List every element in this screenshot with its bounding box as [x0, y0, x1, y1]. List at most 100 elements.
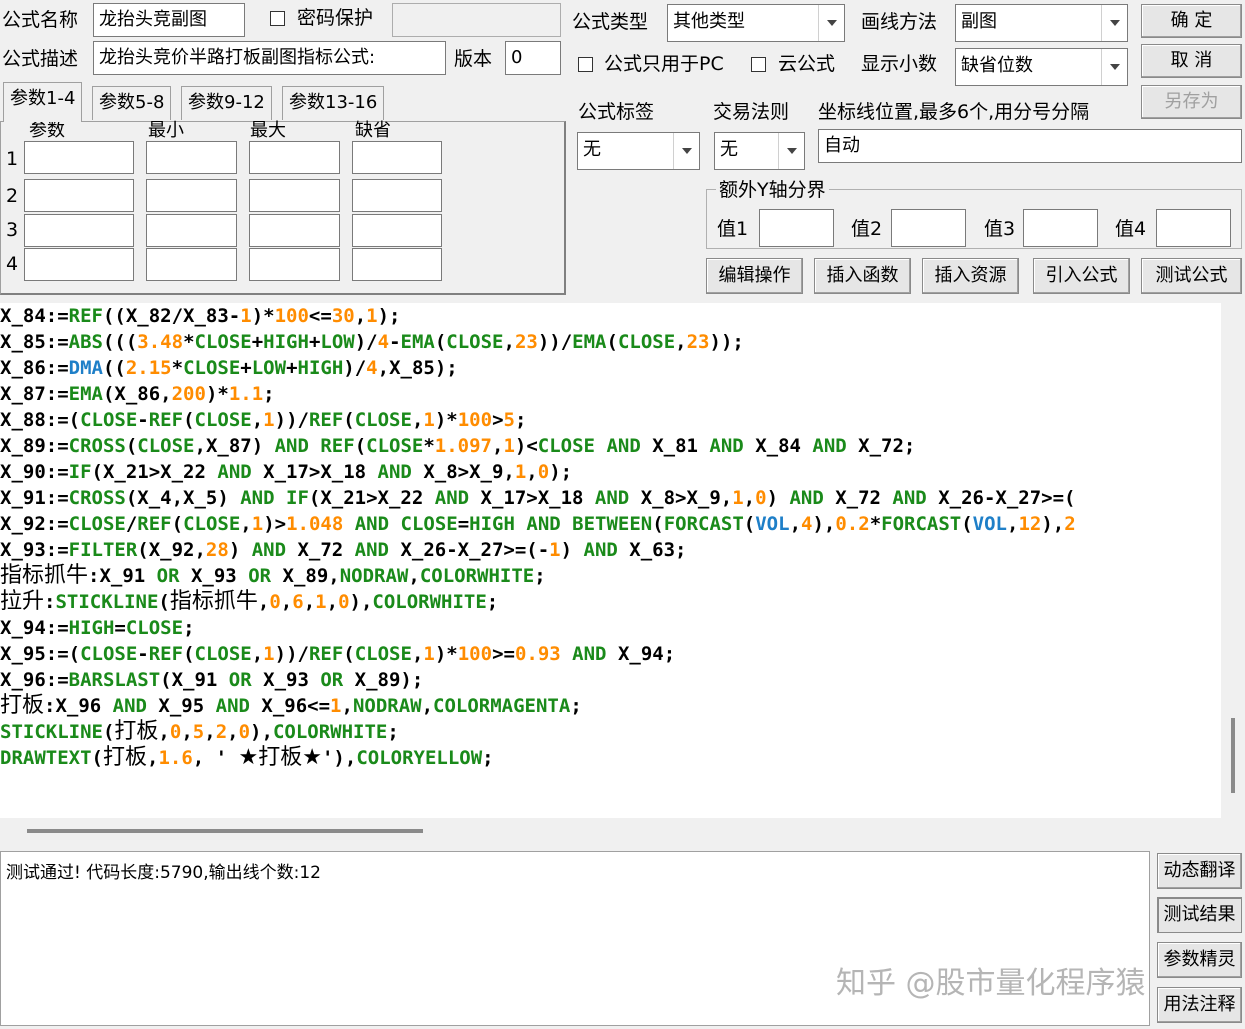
code-token: ),: [812, 513, 836, 535]
test-formula-button[interactable]: 测试公式: [1141, 258, 1242, 294]
tab-params-9-12[interactable]: 参数9-12: [181, 86, 272, 120]
cloud-checkbox[interactable]: [751, 57, 766, 72]
cancel-button[interactable]: 取 消: [1141, 44, 1242, 78]
code-token: VOL: [755, 513, 790, 535]
param-cell-r2-c4[interactable]: [352, 179, 442, 212]
yaxis-value1-input[interactable]: [759, 209, 834, 247]
code-token: ,: [354, 305, 367, 327]
code-line[interactable]: X_86:=DMA((2.15*CLOSE+LOW+HIGH)/4,X_85);: [0, 355, 458, 381]
horizontal-scrollbar-thumb[interactable]: [27, 829, 423, 833]
vertical-scrollbar[interactable]: [1221, 303, 1245, 818]
param-wizard-button[interactable]: 参数精灵: [1157, 942, 1242, 978]
insert-resource-button[interactable]: 插入资源: [922, 258, 1019, 294]
save-as-button[interactable]: 另存为: [1141, 85, 1242, 119]
code-token: X_91:=: [0, 487, 69, 509]
code-line[interactable]: X_89:=CROSS(CLOSE,X_87) AND REF(CLOSE*1.…: [0, 433, 915, 459]
code-token: AND: [572, 643, 607, 665]
param-cell-r4-c3[interactable]: [249, 248, 340, 281]
code-token: AND: [251, 539, 287, 561]
formula-name-input[interactable]: 龙抬头竞副图: [93, 3, 245, 37]
code-token: 1: [263, 409, 275, 431]
code-token: -: [137, 643, 149, 665]
vertical-scrollbar-thumb[interactable]: [1231, 718, 1235, 793]
code-token: 2: [215, 721, 228, 743]
test-result-button[interactable]: 测试结果: [1157, 897, 1242, 933]
code-token: ,: [492, 435, 504, 457]
code-token: ,: [503, 331, 515, 353]
chevron-down-icon: [818, 5, 844, 41]
param-cell-r2-c2[interactable]: [146, 179, 237, 212]
yaxis-value2-input[interactable]: [891, 209, 966, 247]
code-token: *: [183, 331, 195, 353]
param-cell-r1-c3[interactable]: [249, 141, 340, 174]
param-cell-r3-c4[interactable]: [352, 214, 442, 247]
param-cell-r1-c1[interactable]: [24, 141, 134, 174]
param-cell-r2-c1[interactable]: [24, 179, 134, 212]
code-line[interactable]: X_92:=CLOSE/REF(CLOSE,1)>1.048 AND CLOSE…: [0, 511, 1076, 537]
param-cell-r1-c2[interactable]: [146, 141, 237, 174]
param-cell-r3-c3[interactable]: [249, 214, 340, 247]
tab-params-1-4[interactable]: 参数1-4: [3, 82, 83, 122]
rule-select[interactable]: 无: [714, 132, 805, 170]
yaxis-value4-input[interactable]: [1156, 209, 1231, 247]
tag-select[interactable]: 无: [577, 132, 700, 170]
usage-notes-button[interactable]: 用法注释: [1157, 987, 1242, 1023]
code-editor[interactable]: X_84:=REF((X_82/X_83-1)*100<=30,1); X_85:…: [0, 303, 1221, 818]
code-line[interactable]: X_84:=REF((X_82/X_83-1)*100<=30,1);: [0, 303, 401, 329]
ok-button[interactable]: 确 定: [1141, 4, 1242, 38]
password-checkbox[interactable]: [270, 11, 285, 26]
dynamic-translate-button[interactable]: 动态翻译: [1157, 853, 1242, 889]
code-token: X_89,: [271, 565, 340, 587]
code-line[interactable]: X_96:=BARSLAST(X_91 OR X_93 OR X_89);: [0, 667, 423, 693]
formula-desc-input[interactable]: 龙抬头竞价半路打板副图指标公式:: [93, 41, 446, 75]
axis-input[interactable]: 自动: [818, 129, 1242, 163]
code-token: (: [354, 435, 367, 457]
code-token: X_8>X_9,: [629, 487, 733, 509]
draw-method-select[interactable]: 副图: [955, 4, 1128, 42]
horizontal-scrollbar[interactable]: [0, 818, 1245, 846]
code-token: , ': [192, 747, 239, 769]
formula-type-select[interactable]: 其他类型: [667, 4, 845, 42]
code-token: 2.15: [125, 357, 172, 379]
code-line[interactable]: X_85:=ABS(((3.48*CLOSE+HIGH+LOW)/4-EMA(C…: [0, 329, 744, 355]
insert-function-button[interactable]: 插入函数: [814, 258, 911, 294]
param-cell-r4-c4[interactable]: [352, 248, 442, 281]
code-line[interactable]: X_91:=CROSS(X_4,X_5) AND IF(X_21>X_22 AN…: [0, 485, 1075, 511]
code-token: CLOSE: [400, 513, 458, 535]
code-line[interactable]: 打板:X_96 AND X_95 AND X_96<=1,NODRAW,COLO…: [0, 693, 582, 719]
code-token: 1: [240, 305, 252, 327]
param-cell-r3-c1[interactable]: [24, 214, 134, 247]
edit-button[interactable]: 编辑操作: [706, 258, 803, 294]
code-line[interactable]: X_90:=IF(X_21>X_22 AND X_17>X_18 AND X_8…: [0, 459, 572, 485]
code-token: (X_21>X_22: [91, 461, 218, 483]
code-token: X_17>X_18: [251, 461, 378, 483]
param-cell-r2-c3[interactable]: [249, 179, 340, 212]
param-cell-r4-c2[interactable]: [146, 248, 237, 281]
code-token: ;: [570, 695, 582, 717]
code-token: CLOSE: [194, 409, 252, 431]
code-line[interactable]: X_88:=(CLOSE-REF(CLOSE,1))/REF(CLOSE,1)*…: [0, 407, 526, 433]
decimals-select[interactable]: 缺省位数: [955, 48, 1128, 86]
code-line[interactable]: 指标抓牛:X_91 OR X_93 OR X_89,NODRAW,COLORWH…: [0, 563, 546, 589]
pc-only-checkbox[interactable]: [578, 57, 593, 72]
tab-params-5-8[interactable]: 参数5-8: [92, 86, 172, 120]
code-line[interactable]: X_93:=FILTER(X_92,28) AND X_72 AND X_26-…: [0, 537, 686, 563]
code-line[interactable]: X_87:=EMA(X_86,200)*1.1;: [0, 381, 275, 407]
import-formula-button[interactable]: 引入公式: [1033, 258, 1130, 294]
param-cell-r3-c2[interactable]: [146, 214, 237, 247]
code-token: ,: [146, 747, 159, 769]
param-cell-r1-c4[interactable]: [352, 141, 442, 174]
code-line[interactable]: STICKLINE(打板,0,5,2,0),COLORWHITE;: [0, 719, 399, 745]
code-token: =: [114, 617, 126, 639]
code-token: (: [91, 747, 103, 769]
param-cell-r4-c1[interactable]: [24, 248, 134, 281]
yaxis-value3-input[interactable]: [1023, 209, 1098, 247]
code-line[interactable]: DRAWTEXT(打板,1.6, ' ★打板★'),COLORYELLOW;: [0, 745, 494, 771]
code-line[interactable]: X_95:=(CLOSE-REF(CLOSE,1))/REF(CLOSE,1)*…: [0, 641, 675, 667]
version-input[interactable]: 0: [505, 41, 561, 75]
code-token: ;: [486, 591, 499, 613]
tab-params-13-16[interactable]: 参数13-16: [282, 86, 385, 120]
code-line[interactable]: X_94:=HIGH=CLOSE;: [0, 615, 195, 641]
code-line[interactable]: 拉升:STICKLINE(指标抓牛,0,6,1,0),COLORWHITE;: [0, 589, 498, 615]
code-token: AND: [274, 435, 309, 457]
